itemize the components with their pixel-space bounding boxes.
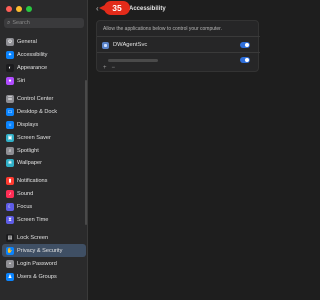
sidebar-item-label: Screen Saver xyxy=(17,134,51,141)
app-name: DWAgentSvc xyxy=(113,42,148,48)
sidebar-item-label: Focus xyxy=(17,204,33,211)
titlebar: ‹ Accessibility 35 xyxy=(88,0,265,18)
appearance-icon: ◐ xyxy=(6,64,14,73)
control-center-icon: ☰ xyxy=(6,95,14,103)
app-icon xyxy=(102,41,109,49)
sidebar-item-wallpaper[interactable]: ❀ Wallpaper xyxy=(2,157,86,170)
panel-description: Allow the applications below to control … xyxy=(103,26,222,32)
screen-time-icon: ⧗ xyxy=(6,216,14,225)
hand-icon: ✋ xyxy=(6,246,14,255)
window-controls xyxy=(6,6,32,12)
search-input[interactable]: ⌕ Search xyxy=(4,18,84,28)
sidebar-item-accessibility[interactable]: ✦ Accessibility xyxy=(2,49,86,62)
sidebar-item-label: Siri xyxy=(17,78,26,85)
sidebar-item-label: Desktop & Dock xyxy=(17,108,58,115)
sidebar-item-label: Login Password xyxy=(17,260,57,267)
sidebar-item-label: Wallpaper xyxy=(17,160,42,167)
divider xyxy=(97,52,260,53)
zoom-window-button[interactable] xyxy=(26,6,32,12)
sidebar-item-label: Displays xyxy=(17,121,39,128)
sidebar-item-label: Screen Time xyxy=(17,217,49,224)
divider xyxy=(97,36,260,37)
sidebar-item-focus[interactable]: ☾ Focus xyxy=(2,201,86,214)
sidebar-item-label: Sound xyxy=(17,191,34,198)
sidebar-item-lock-screen[interactable]: ▤ Lock Screen xyxy=(2,231,86,244)
sidebar-item-spotlight[interactable]: ⌕ Spotlight xyxy=(2,144,86,157)
app-toggle[interactable] xyxy=(240,42,250,48)
sidebar-item-sound[interactable]: ♪ Sound xyxy=(2,188,86,201)
sidebar-item-label: Control Center xyxy=(17,96,54,102)
sidebar-item-users-groups[interactable]: ♟ Users & Groups xyxy=(2,270,86,283)
close-window-button[interactable] xyxy=(6,6,12,12)
sidebar-item-screen-time[interactable]: ⧗ Screen Time xyxy=(2,214,86,227)
users-icon: ♟ xyxy=(6,272,14,281)
dock-icon: ▭ xyxy=(6,107,14,116)
app-toggle[interactable] xyxy=(240,57,250,63)
page-title: Accessibility xyxy=(129,6,166,12)
app-row xyxy=(102,54,254,66)
sidebar-item-label: General xyxy=(17,39,37,46)
spotlight-icon: ⌕ xyxy=(6,146,14,155)
sidebar-nav: ⚙ General ✦ Accessibility ◐ Appearance ● Siri ☰ C… xyxy=(2,36,86,283)
blurred-app-name xyxy=(108,58,158,62)
accessibility-icon: ✦ xyxy=(6,51,14,60)
screen-saver-icon: ▣ xyxy=(6,133,14,142)
main-pane: ‹ Accessibility 35 Allow the application… xyxy=(88,0,265,300)
step-badge: 35 xyxy=(104,1,130,15)
sidebar-item-label: Appearance xyxy=(17,65,48,72)
search-icon: ⌕ xyxy=(7,20,11,26)
sidebar-scrollbar[interactable] xyxy=(85,80,87,225)
sidebar-item-label: Notifications xyxy=(17,178,48,185)
sidebar-item-privacy-security[interactable]: ✋ Privacy & Security xyxy=(2,244,86,258)
gear-icon: ⚙ xyxy=(6,38,14,47)
sidebar-item-appearance[interactable]: ◐ Appearance xyxy=(2,62,86,75)
password-icon: • xyxy=(6,259,14,268)
sound-icon: ♪ xyxy=(6,190,14,199)
sidebar-item-desktop-dock[interactable]: ▭ Desktop & Dock xyxy=(2,105,86,118)
remove-button[interactable]: − xyxy=(112,65,116,71)
sidebar-item-siri[interactable]: ● Siri xyxy=(2,75,86,88)
focus-icon: ☾ xyxy=(6,203,14,212)
wallpaper-icon: ❀ xyxy=(6,159,14,168)
sidebar: ⌕ Search ⚙ General ✦ Accessibility ◐ Appearan… xyxy=(0,0,88,300)
panel-footer: + − xyxy=(103,65,115,71)
lock-screen-icon: ▤ xyxy=(6,233,14,242)
sidebar-item-login-password[interactable]: • Login Password xyxy=(2,257,86,270)
notifications-icon: ▮ xyxy=(6,177,14,186)
sidebar-item-screen-saver[interactable]: ▣ Screen Saver xyxy=(2,131,86,144)
sidebar-item-displays[interactable]: ☼ Displays xyxy=(2,118,86,131)
sidebar-item-notifications[interactable]: ▮ Notifications xyxy=(2,175,86,188)
add-button[interactable]: + xyxy=(103,65,107,71)
sidebar-item-label: Spotlight xyxy=(17,147,39,154)
sidebar-item-label: Users & Groups xyxy=(17,273,57,280)
minimize-window-button[interactable] xyxy=(16,6,22,12)
display-icon: ☼ xyxy=(6,120,14,129)
sidebar-item-label: Accessibility xyxy=(17,52,48,59)
sidebar-item-label: Privacy & Security xyxy=(17,247,63,254)
sidebar-item-control-center[interactable]: ☰ Control Center xyxy=(2,93,86,106)
search-placeholder: Search xyxy=(12,20,30,26)
sidebar-item-general[interactable]: ⚙ General xyxy=(2,36,86,49)
app-row: DWAgentSvc xyxy=(102,39,254,51)
apps-panel: Allow the applications below to control … xyxy=(96,20,260,72)
sidebar-item-label: Lock Screen xyxy=(17,234,49,241)
siri-icon: ● xyxy=(6,77,14,86)
